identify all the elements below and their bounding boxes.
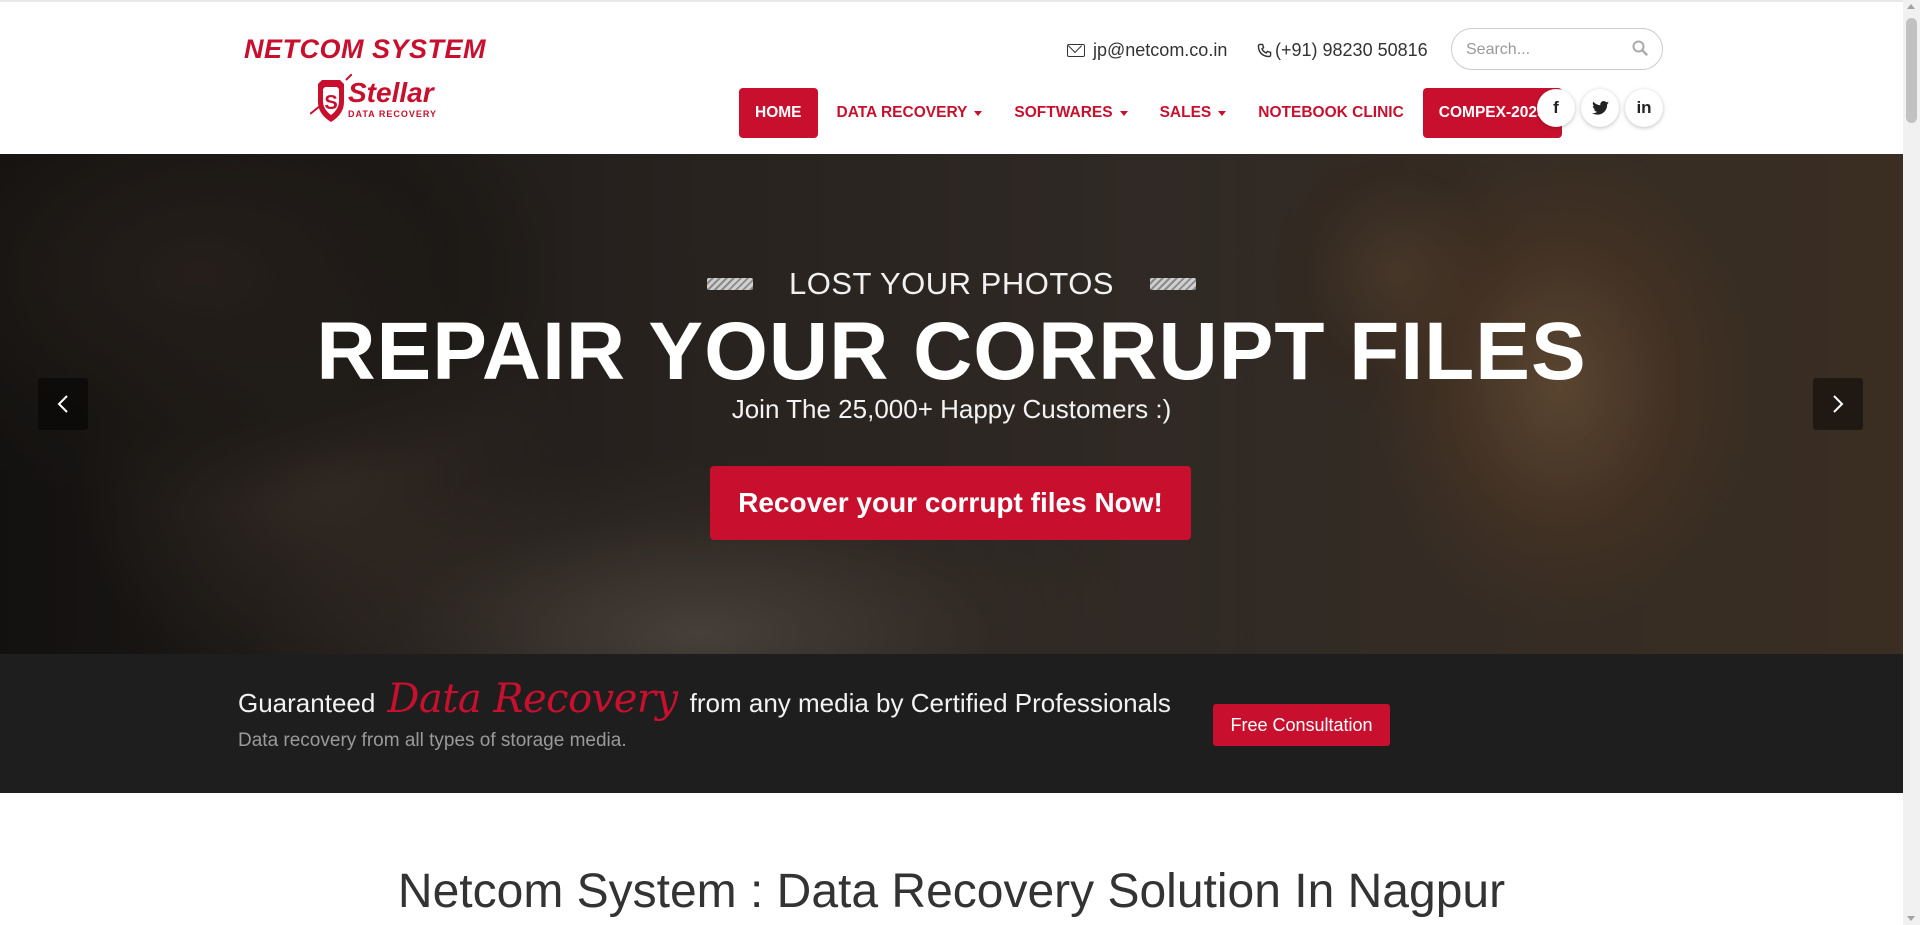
- caret-down-icon: [1218, 111, 1227, 116]
- promo-prefix: Guaranteed: [238, 688, 376, 718]
- nav-home[interactable]: HOME: [739, 88, 818, 138]
- contact-email: jp@netcom.co.in: [1093, 39, 1228, 60]
- promo-subtext: Data recovery from all types of storage …: [238, 730, 627, 751]
- nav-compex-label: COMPEX-2025: [1438, 104, 1546, 121]
- chevron-right-icon: [1833, 395, 1844, 413]
- chevron-left-icon: [57, 395, 68, 413]
- page-scrollbar[interactable]: [1903, 0, 1920, 925]
- phone-icon: [1257, 43, 1272, 57]
- promo-headline: Guaranteed Data Recovery from any media …: [238, 676, 1171, 726]
- twitter-button[interactable]: [1581, 89, 1619, 127]
- nav-data-recovery-label: DATA RECOVERY: [836, 104, 968, 121]
- site-header: NETCOM SYSTEM S Stellar DATA RECOVERY jp…: [0, 0, 1903, 154]
- nav-notebook-clinic[interactable]: NOTEBOOK CLINIC: [1242, 88, 1420, 138]
- promo-bar: Guaranteed Data Recovery from any media …: [0, 654, 1903, 793]
- hero-subtitle: Join The 25,000+ Happy Customers :): [731, 394, 1172, 424]
- caret-down-icon: [974, 111, 983, 116]
- main-nav: HOME DATA RECOVERY SOFTWARES SALES NOTEB…: [739, 88, 1562, 138]
- stellar-subtext: DATA RECOVERY: [348, 109, 438, 119]
- hero-title: REPAIR YOUR CORRUPT FILES: [316, 306, 1587, 397]
- brand-name: NETCOM SYSTEM: [244, 34, 487, 64]
- stellar-wordmark: Stellar: [348, 77, 434, 108]
- carousel-prev-button[interactable]: [38, 378, 88, 430]
- caret-down-icon: [1119, 111, 1128, 116]
- nav-data-recovery[interactable]: DATA RECOVERY: [821, 88, 999, 138]
- scroll-up-icon[interactable]: [1907, 4, 1915, 9]
- stellar-shield-icon: S: [310, 74, 352, 122]
- nav-softwares[interactable]: SOFTWARES: [998, 88, 1143, 138]
- scroll-down-icon[interactable]: [1907, 916, 1915, 921]
- hero-content: LOST YOUR PHOTOS REPAIR YOUR CORRUPT FIL…: [0, 154, 1903, 654]
- nav-notebook-clinic-label: NOTEBOOK CLINIC: [1258, 104, 1404, 121]
- nav-softwares-label: SOFTWARES: [1014, 104, 1113, 121]
- scroll-thumb[interactable]: [1906, 18, 1917, 123]
- envelope-icon: [1067, 43, 1085, 57]
- section-title: Netcom System : Data Recovery Solution I…: [397, 865, 1506, 918]
- facebook-icon: f: [1553, 98, 1559, 117]
- hero-eyebrow: LOST YOUR PHOTOS: [0, 266, 1903, 302]
- search-input[interactable]: [1466, 37, 1626, 63]
- search-icon[interactable]: [1632, 40, 1648, 56]
- svg-text:S: S: [324, 92, 337, 114]
- hero-eyebrow-text: LOST YOUR PHOTOS: [789, 266, 1114, 301]
- nav-sales[interactable]: SALES: [1144, 88, 1243, 138]
- decor-stripe: [1149, 278, 1196, 290]
- nav-home-label: HOME: [755, 104, 802, 121]
- hero-carousel: LOST YOUR PHOTOS REPAIR YOUR CORRUPT FIL…: [0, 154, 1903, 654]
- nav-sales-label: SALES: [1159, 104, 1212, 121]
- contact-email-link[interactable]: jp@netcom.co.in: [1067, 36, 1227, 64]
- contact-phone: (+91) 98230 50816: [1275, 39, 1428, 60]
- contact-phone-link[interactable]: (+91) 98230 50816: [1257, 36, 1428, 64]
- carousel-next-button[interactable]: [1813, 378, 1863, 430]
- promo-highlight: Data Recovery: [387, 676, 678, 722]
- decor-stripe: [707, 278, 753, 290]
- recover-files-button[interactable]: Recover your corrupt files Now!: [710, 466, 1191, 540]
- linkedin-button[interactable]: in: [1625, 89, 1663, 127]
- facebook-button[interactable]: f: [1537, 89, 1575, 127]
- page: NETCOM SYSTEM S Stellar DATA RECOVERY jp…: [0, 0, 1903, 925]
- free-consultation-button[interactable]: Free Consultation: [1213, 704, 1390, 746]
- linkedin-icon: in: [1636, 98, 1652, 117]
- stellar-logo: S Stellar DATA RECOVERY: [310, 74, 470, 126]
- promo-suffix: from any media by Certified Professional…: [689, 688, 1171, 718]
- social-links: f in: [1537, 89, 1669, 127]
- twitter-icon: [1591, 101, 1609, 115]
- search-box: [1451, 28, 1663, 70]
- site-logo[interactable]: NETCOM SYSTEM S Stellar DATA RECOVERY: [244, 34, 514, 129]
